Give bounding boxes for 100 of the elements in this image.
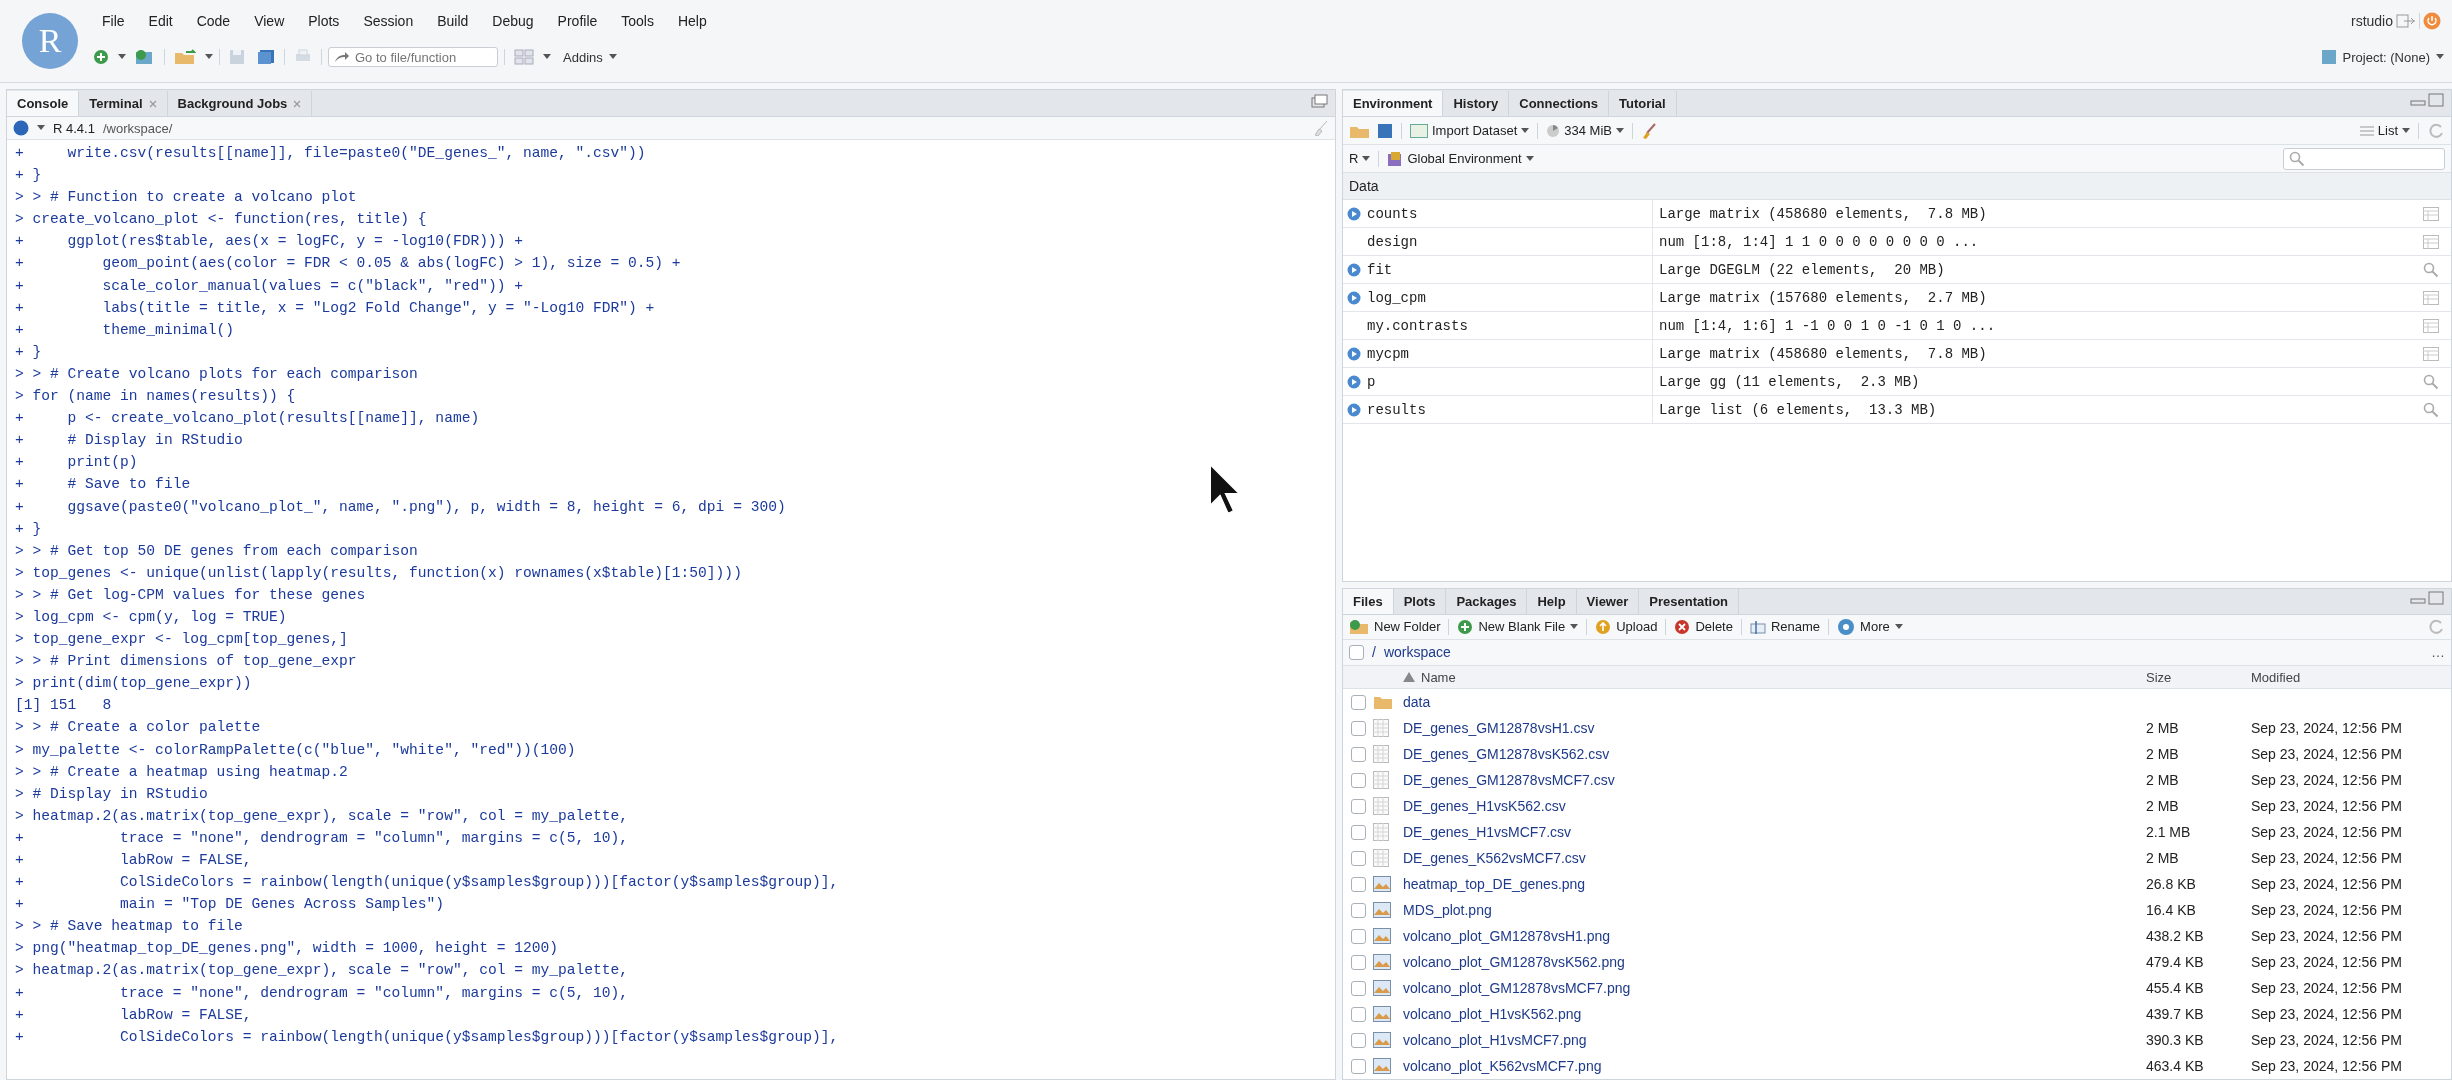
folder-add-icon[interactable]	[1349, 618, 1369, 635]
close-icon[interactable]	[293, 99, 302, 108]
toolbar-button[interactable]: Delete	[1674, 618, 1733, 635]
menu-item[interactable]: File	[90, 13, 137, 29]
expand-icon[interactable]	[1347, 290, 1361, 305]
sort-icon[interactable]	[1403, 672, 1415, 683]
menu-item[interactable]: Edit	[136, 13, 185, 29]
file-link[interactable]: DE_genes_H1vsK562.csv	[1403, 798, 2146, 815]
project-menu[interactable]: Project: (None)	[2342, 49, 2430, 65]
file-link[interactable]: DE_genes_H1vsMCF7.csv	[1403, 824, 2146, 841]
plus-icon[interactable]	[1457, 618, 1474, 635]
file-checkbox[interactable]	[1351, 850, 1366, 866]
new-file-icon[interactable]	[93, 49, 109, 65]
file-link[interactable]: volcano_plot_GM12878vsH1.png	[1403, 928, 2146, 945]
caret-icon[interactable]	[205, 54, 213, 60]
select-all-checkbox[interactable]	[1349, 644, 1364, 660]
search-icon[interactable]	[2423, 373, 2439, 390]
caret-icon[interactable]	[2436, 54, 2444, 60]
go-to-file-field[interactable]: Go to file/function	[328, 47, 498, 67]
caret-icon[interactable]	[118, 54, 126, 60]
file-link[interactable]: DE_genes_K562vsMCF7.csv	[1403, 850, 2146, 867]
file-checkbox[interactable]	[1351, 720, 1366, 736]
working-directory[interactable]: /workspace/	[102, 120, 173, 136]
menu-item[interactable]: Help	[665, 13, 719, 29]
file-checkbox[interactable]	[1351, 746, 1366, 762]
file-checkbox[interactable]	[1351, 928, 1366, 944]
memory-usage-button[interactable]: 334 MiB	[1546, 123, 1624, 138]
caret-icon[interactable]	[37, 125, 45, 131]
file-checkbox[interactable]	[1351, 954, 1366, 970]
column-header[interactable]: Name	[1421, 669, 1456, 685]
file-checkbox[interactable]	[1351, 902, 1366, 918]
breadcrumb-link[interactable]: workspace	[1383, 644, 1451, 661]
caret-icon[interactable]	[2402, 127, 2410, 134]
console-tab[interactable]: Console	[7, 91, 80, 116]
file-checkbox[interactable]	[1351, 1058, 1366, 1074]
search-icon[interactable]	[2289, 150, 2305, 167]
table-icon[interactable]	[2423, 318, 2439, 333]
environment-tab[interactable]: Environment	[1343, 91, 1444, 116]
menu-item[interactable]: Debug	[480, 13, 546, 29]
toolbar-button[interactable]: New Folder	[1349, 618, 1441, 635]
upload-icon[interactable]	[1595, 618, 1612, 635]
caret-icon[interactable]	[543, 54, 551, 60]
refresh-icon[interactable]	[2427, 121, 2445, 140]
refresh-icon[interactable]	[2427, 617, 2445, 636]
toolbar-button[interactable]: New Blank File	[1457, 618, 1579, 635]
menu-item[interactable]: Session	[351, 13, 426, 29]
save-icon[interactable]	[1377, 122, 1393, 139]
expand-icon[interactable]	[1347, 206, 1361, 221]
table-icon[interactable]	[2423, 290, 2439, 305]
expand-icon[interactable]	[1347, 374, 1361, 389]
file-checkbox[interactable]	[1351, 980, 1366, 996]
breadcrumb-link[interactable]: /	[1372, 644, 1376, 661]
table-icon[interactable]	[2423, 234, 2439, 249]
gear-icon[interactable]	[1837, 617, 1856, 636]
file-link[interactable]: volcano_plot_K562vsMCF7.png	[1403, 1058, 2146, 1074]
file-checkbox[interactable]	[1351, 772, 1366, 788]
search-field[interactable]	[2283, 147, 2445, 170]
file-checkbox[interactable]	[1351, 876, 1366, 892]
file-checkbox[interactable]	[1351, 824, 1366, 840]
menu-item[interactable]: Tools	[609, 13, 666, 29]
import-dataset-button[interactable]: Import Dataset	[1410, 123, 1530, 138]
caret-icon[interactable]	[1894, 623, 1903, 630]
broom-icon[interactable]	[1313, 120, 1329, 136]
pane-resize-icon[interactable]	[2409, 589, 2445, 606]
view-mode-menu[interactable]: List	[2359, 123, 2410, 138]
grid-icon[interactable]	[514, 49, 534, 65]
file-link[interactable]: DE_genes_GM12878vsH1.csv	[1403, 720, 2146, 737]
caret-icon[interactable]	[1615, 127, 1624, 134]
caret-icon[interactable]	[1525, 155, 1534, 162]
search-icon[interactable]	[2423, 401, 2439, 418]
file-checkbox[interactable]	[1351, 798, 1366, 814]
addins-menu[interactable]: Addins	[563, 49, 603, 65]
file-link[interactable]: heatmap_top_DE_genes.png	[1403, 876, 2146, 893]
menu-item[interactable]: Plots	[296, 13, 352, 29]
column-header[interactable]: Size	[2146, 669, 2251, 685]
files-tab[interactable]: Files	[1343, 588, 1394, 614]
broom-icon[interactable]	[1640, 122, 1657, 139]
new-project-icon[interactable]	[135, 49, 155, 65]
table-icon[interactable]	[2423, 206, 2439, 221]
file-checkbox[interactable]	[1351, 694, 1366, 710]
expand-icon[interactable]	[1347, 402, 1361, 417]
maximize-icon[interactable]	[1311, 94, 1329, 108]
expand-icon[interactable]	[1347, 346, 1361, 361]
more-options-button[interactable]: …	[2431, 644, 2445, 661]
toolbar-button[interactable]: Rename	[1749, 618, 1821, 635]
open-folder-icon[interactable]	[174, 49, 196, 65]
sign-out-icon[interactable]	[2396, 13, 2416, 29]
power-icon[interactable]	[2423, 12, 2441, 30]
expand-icon[interactable]	[1347, 262, 1361, 277]
file-link[interactable]: volcano_plot_H1vsMCF7.png	[1403, 1032, 2146, 1049]
delete-icon[interactable]	[1674, 618, 1691, 635]
environment-menu[interactable]: Global Environment	[1387, 150, 1534, 167]
caret-icon[interactable]	[1362, 155, 1371, 162]
file-link[interactable]: data	[1403, 694, 2146, 711]
save-all-icon[interactable]	[257, 49, 275, 65]
file-link[interactable]: DE_genes_GM12878vsK562.csv	[1403, 746, 2146, 763]
file-link[interactable]: MDS_plot.png	[1403, 902, 2146, 919]
caret-icon[interactable]	[1521, 127, 1530, 134]
toolbar-button[interactable]: Upload	[1595, 618, 1658, 635]
table-icon[interactable]	[2423, 346, 2439, 361]
